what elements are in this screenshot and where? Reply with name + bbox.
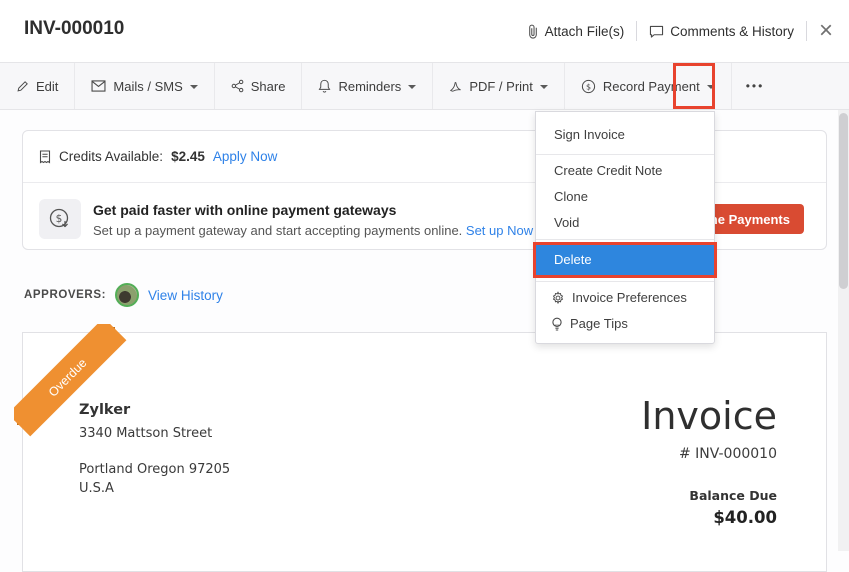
menu-item-page-tips[interactable]: Page Tips: [536, 311, 714, 337]
dollar-circle-icon: $: [581, 79, 596, 94]
menu-item-delete[interactable]: Delete: [536, 245, 714, 275]
credits-label: Credits Available:: [59, 149, 163, 164]
menu-item-sign-invoice[interactable]: Sign Invoice: [536, 118, 714, 151]
banner-description-text: Set up a payment gateway and start accep…: [93, 223, 462, 238]
chevron-down-icon: [408, 85, 416, 89]
balance-due-label: Balance Due: [641, 488, 777, 503]
scrollbar-track[interactable]: [838, 110, 849, 551]
comments-history-label: Comments & History: [670, 24, 794, 39]
banner-title: Get paid faster with online payment gate…: [93, 202, 396, 218]
paperclip-icon: [527, 24, 539, 39]
seller-address-block: Zylker 3340 Mattson Street Portland Oreg…: [79, 399, 230, 498]
seller-company-name: Zylker: [79, 399, 230, 421]
comments-history-button[interactable]: Comments & History: [637, 24, 806, 39]
gear-icon: [551, 291, 565, 305]
pdf-icon: [449, 80, 462, 93]
reminders-label: Reminders: [338, 79, 401, 94]
close-icon[interactable]: ×: [807, 1, 845, 61]
record-payment-label: Record Payment: [603, 79, 700, 94]
svg-text:$: $: [586, 82, 591, 91]
approvers-row: APPROVERS: View History: [24, 283, 223, 307]
address-gap: [79, 443, 230, 460]
edit-label: Edit: [36, 79, 58, 94]
seller-address-line2: Portland Oregon 97205: [79, 460, 230, 479]
menu-divider: [536, 154, 714, 155]
credits-amount: $2.45: [171, 149, 205, 164]
setup-now-link[interactable]: Set up Now: [466, 223, 533, 238]
share-icon: [231, 79, 244, 93]
invoice-preferences-label: Invoice Preferences: [572, 285, 687, 311]
seller-address-line1: 3340 Mattson Street: [79, 424, 230, 443]
chevron-down-icon: [707, 85, 715, 89]
menu-item-void[interactable]: Void: [536, 210, 714, 236]
more-actions-menu: Sign Invoice Create Credit Note Clone Vo…: [535, 111, 715, 344]
edit-button[interactable]: Edit: [0, 63, 75, 109]
header: INV-000010 Attach File(s) Comments & His…: [0, 0, 849, 62]
mails-sms-label: Mails / SMS: [113, 79, 182, 94]
payment-gateway-icon: $: [39, 199, 81, 239]
attach-files-button[interactable]: Attach File(s): [515, 24, 637, 39]
share-label: Share: [251, 79, 286, 94]
share-button[interactable]: Share: [215, 63, 303, 109]
pencil-icon: [16, 80, 29, 93]
menu-item-invoice-preferences[interactable]: Invoice Preferences: [536, 285, 714, 311]
menu-divider: [536, 281, 714, 282]
credit-note-icon: [39, 150, 51, 164]
invoice-preview-card: Overdue Zylker 3340 Mattson Street Portl…: [22, 332, 827, 572]
more-actions-button[interactable]: •••: [732, 63, 779, 109]
comment-bubble-icon: [649, 25, 664, 38]
menu-divider: [536, 239, 714, 240]
mails-sms-button[interactable]: Mails / SMS: [75, 63, 214, 109]
lightbulb-icon: [551, 317, 563, 332]
svg-text:$: $: [56, 213, 63, 225]
apply-now-link[interactable]: Apply Now: [213, 149, 278, 164]
envelope-icon: [91, 80, 106, 92]
invoice-doc-title: Invoice: [641, 393, 777, 439]
invoice-number: # INV-000010: [641, 446, 777, 462]
pdf-print-label: PDF / Print: [469, 79, 533, 94]
balance-due-amount: $40.00: [641, 508, 777, 527]
invoice-header-block: Invoice # INV-000010 Balance Due $40.00: [641, 393, 777, 527]
toolbar: Edit Mails / SMS Share Reminders PDF / P…: [0, 62, 849, 110]
menu-item-create-credit-note[interactable]: Create Credit Note: [536, 158, 714, 184]
menu-item-clone[interactable]: Clone: [536, 184, 714, 210]
scrollbar-thumb[interactable]: [839, 113, 848, 289]
chevron-down-icon: [190, 85, 198, 89]
page-tips-label: Page Tips: [570, 311, 628, 337]
bell-icon: [318, 79, 331, 93]
approver-avatar[interactable]: [115, 283, 139, 307]
view-history-link[interactable]: View History: [148, 288, 223, 303]
seller-address-line3: U.S.A: [79, 479, 230, 498]
chevron-down-icon: [540, 85, 548, 89]
reminders-button[interactable]: Reminders: [302, 63, 433, 109]
pdf-print-button[interactable]: PDF / Print: [433, 63, 565, 109]
approvers-label: APPROVERS:: [24, 289, 106, 301]
record-payment-button[interactable]: $ Record Payment: [565, 63, 732, 109]
overdue-ribbon-label: Overdue: [46, 356, 90, 400]
banner-description: Set up a payment gateway and start accep…: [93, 223, 533, 238]
attach-files-label: Attach File(s): [545, 24, 625, 39]
header-actions: Attach File(s) Comments & History ×: [515, 0, 845, 62]
page-title: INV-000010: [24, 18, 124, 40]
